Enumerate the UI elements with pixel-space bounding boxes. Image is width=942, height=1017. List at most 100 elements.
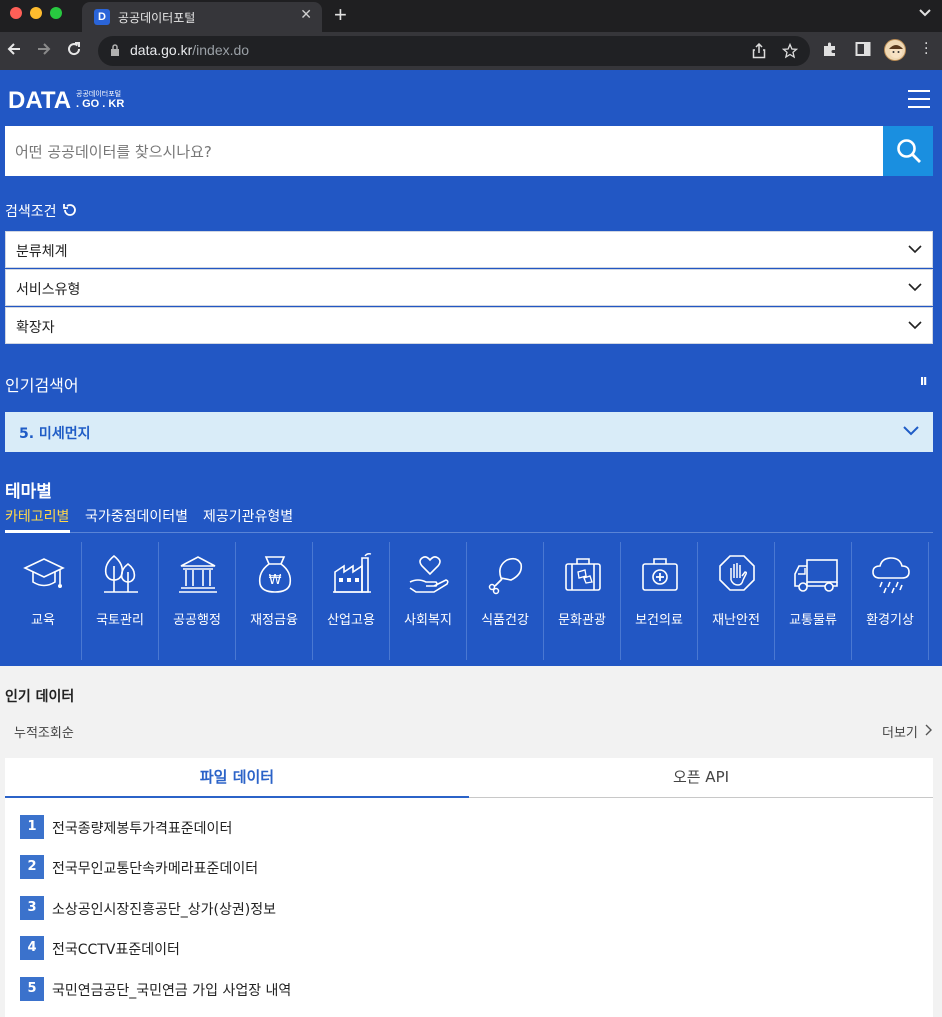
category-food-health[interactable]: 식품건강 [467,542,544,660]
category-label: 교육 [31,613,55,628]
category-public-administration[interactable]: 공공행정 [159,542,236,660]
share-icon[interactable] [752,43,766,59]
window-maximize-button[interactable] [50,7,62,19]
category-finance[interactable]: ₩ 재정금융 [236,542,313,660]
category-transport-logistics[interactable]: 교통물류 [775,542,852,660]
factory-icon [333,553,372,593]
browser-tab-bar: D 공공데이터포털 ✕ + [0,0,942,32]
category-education[interactable]: 교육 [5,542,82,660]
category-label: 국토관리 [96,613,144,628]
popular-keywords-label: 인기검색어 [5,376,79,395]
site-logo[interactable]: DATA 공공데이터포털 . GO . KR [8,87,124,115]
tab-provider-type[interactable]: 제공기관유형별 [203,506,293,526]
window-close-button[interactable] [10,7,22,19]
tab-file-data[interactable]: 파일 데이터 [5,758,469,798]
reset-icon[interactable] [62,202,78,218]
dataset-link[interactable]: 국민연금공단_국민연금 가입 사업장 내역 [52,980,291,1000]
popular-keyword-dropdown[interactable]: 5. 미세먼지 [5,412,933,452]
svg-text:₩: ₩ [269,573,282,588]
classification-select[interactable]: 분류체계 [5,231,933,268]
category-label: 환경기상 [866,613,914,628]
category-land-management[interactable]: 국토관리 [82,542,159,660]
reload-icon[interactable] [66,41,82,57]
chevron-down-icon [908,245,922,254]
chevron-down-icon [908,321,922,330]
side-panel-icon[interactable] [855,41,871,57]
popular-data-tabs: 파일 데이터 오픈 API [5,758,933,798]
category-label: 산업고용 [327,613,375,628]
window-minimize-button[interactable] [30,7,42,19]
extension-select[interactable]: 확장자 [5,307,933,344]
search-conditions-label: 검색조건 [5,204,57,220]
more-link[interactable]: 더보기 [882,722,918,741]
profile-avatar[interactable] [884,39,906,61]
pause-button[interactable]: II [920,375,927,388]
back-arrow-icon[interactable] [6,41,22,57]
stop-hand-icon [719,555,755,591]
tab-category[interactable]: 카테고리별 [5,506,69,526]
logo-domain-text: . GO . KR [76,98,125,110]
new-tab-icon[interactable]: + [334,2,347,28]
dataset-link[interactable]: 전국CCTV표준데이터 [52,939,180,959]
category-grid: 교육 국토관리 공공행정 ₩ 재정금융 산업고용 사회복지 식품건강 문화관광 [5,542,942,660]
category-label: 보건의료 [635,613,683,628]
category-culture-tourism[interactable]: 문화관광 [544,542,621,660]
forward-arrow-icon[interactable] [36,41,52,57]
sort-label[interactable]: 누적조회순 [14,722,74,741]
logo-main-text: DATA [8,87,72,114]
tab-close-icon[interactable]: ✕ [300,7,312,23]
favicon-icon: D [94,9,110,25]
tab-list-chevron-icon[interactable] [918,8,932,18]
chevron-right-icon[interactable] [925,724,933,736]
url-path: /index.do [192,42,250,58]
government-building-icon [179,556,217,593]
theme-tabs: 카테고리별 국가중점데이터별 제공기관유형별 [5,506,933,533]
heart-hand-icon [409,556,449,593]
select-label: 분류체계 [16,244,68,260]
browser-menu-icon[interactable]: · · · [924,37,928,61]
service-type-select[interactable]: 서비스유형 [5,269,933,306]
tab-open-api[interactable]: 오픈 API [469,758,933,798]
search-button[interactable] [883,126,933,176]
popular-keyword-current[interactable]: 5. 미세먼지 [19,423,90,443]
first-aid-kit-icon [642,558,678,591]
search-input[interactable]: 어떤 공공데이터를 찾으시나요? [15,141,212,162]
graduation-cap-icon [23,558,65,588]
category-healthcare[interactable]: 보건의료 [621,542,698,660]
rank-badge: 1 [20,815,44,839]
category-label: 교통물류 [789,613,837,628]
popular-data-list: 1 전국종량제봉투가격표준데이터 2 전국무인교통단속카메라표준데이터 3 소상… [5,798,933,1017]
category-disaster-safety[interactable]: 재난안전 [698,542,775,660]
category-social-welfare[interactable]: 사회복지 [390,542,467,660]
rank-badge: 4 [20,936,44,960]
select-label: 확장자 [16,320,55,336]
browser-tab[interactable]: D 공공데이터포털 ✕ [82,2,322,32]
rank-badge: 5 [20,977,44,1001]
active-tab-underline [5,530,70,533]
drumstick-icon [488,557,523,595]
hero-section: DATA 공공데이터포털 . GO . KR 어떤 공공데이터를 찾으시나요? … [0,70,942,666]
url-field[interactable]: data.go.kr/index.do [98,36,810,66]
bookmark-star-icon[interactable] [782,43,798,59]
search-icon [897,139,921,163]
tab-national-key-data[interactable]: 국가중점데이터별 [85,506,188,526]
menu-hamburger-icon[interactable] [908,90,930,108]
chevron-down-icon [903,426,919,436]
dataset-link[interactable]: 전국무인교통단속카메라표준데이터 [52,858,258,878]
category-industry-employment[interactable]: 산업고용 [313,542,390,660]
extensions-puzzle-icon[interactable] [822,41,838,57]
dataset-link[interactable]: 소상공인시장진흥공단_상가(상권)정보 [52,899,276,919]
trees-icon [104,554,138,593]
address-bar: data.go.kr/index.do · · · [0,32,942,70]
lock-icon[interactable] [110,44,120,57]
category-label: 사회복지 [404,613,452,628]
select-label: 서비스유형 [16,282,81,298]
truck-icon [794,559,838,592]
money-bag-icon: ₩ [258,556,292,593]
popular-data-title: 인기 데이터 [5,689,75,705]
rank-badge: 3 [20,896,44,920]
dataset-link[interactable]: 전국종량제봉투가격표준데이터 [52,818,232,838]
category-environment-weather[interactable]: 환경기상 [852,542,929,660]
category-label: 문화관광 [558,613,606,628]
rank-badge: 2 [20,855,44,879]
